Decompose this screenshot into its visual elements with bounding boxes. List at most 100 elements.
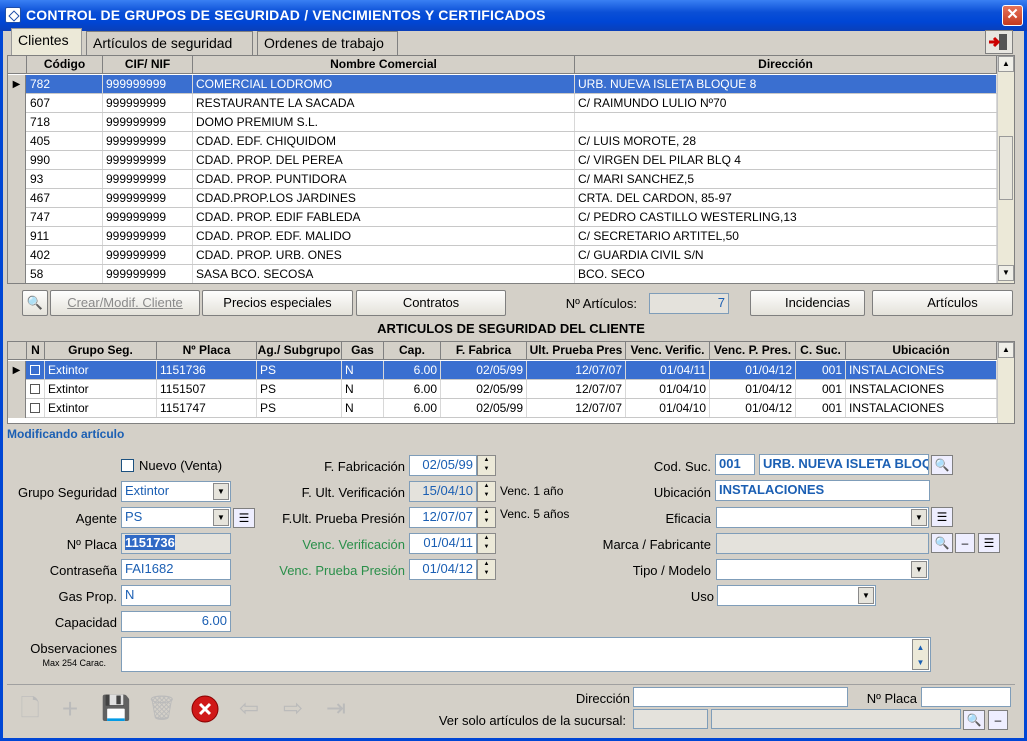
fver-input[interactable]: 15/04/10 [409, 481, 477, 502]
exit-icon[interactable]: ⇥ [316, 687, 356, 731]
uso-select[interactable]: ▼ [717, 585, 876, 606]
table-row[interactable]: 58 999999999 SASA BCO. SECOSA BCO. SECO [8, 265, 997, 283]
ffab-spinner[interactable]: ▲ ▼ [477, 455, 496, 476]
column-header[interactable]: Ag./ Subgrupo [257, 342, 342, 360]
table-row[interactable]: 93 999999999 CDAD. PROP. PUNTIDORA C/ MARI … [8, 170, 997, 189]
grupo-select[interactable]: Extintor ▼ [121, 481, 231, 502]
table-row[interactable]: 607 999999999 RESTAURANTE LA SACADA C/ RAIM… [8, 94, 997, 113]
ubic-input[interactable]: INSTALACIONES [715, 480, 930, 501]
chevron-down-icon[interactable]: ▼ [213, 509, 229, 526]
gas-input[interactable]: N [121, 585, 231, 606]
minus-icon[interactable]: – [988, 710, 1008, 730]
table-row[interactable]: 718 999999999 DOMO PREMIUM S.L. [8, 113, 997, 132]
placa-input[interactable]: 1151736 [121, 533, 231, 554]
suc-input[interactable]: 001 [715, 454, 755, 475]
articles-scrollbar[interactable]: ▲ [997, 342, 1014, 423]
articles-grid[interactable]: N Grupo Seg. Nº Placa Ag./ Subgrupo Gas Cap. F… [7, 341, 1015, 424]
table-row[interactable]: 747 999999999 CDAD. PROP. EDIF FABLEDA C/ P… [8, 208, 997, 227]
chevron-down-icon[interactable]: ▼ [858, 587, 874, 604]
fpp-input[interactable]: 12/07/07 [409, 507, 477, 528]
list-icon[interactable]: ☰ [978, 533, 1000, 553]
row-checkbox[interactable] [27, 361, 45, 379]
clients-scrollbar[interactable]: ▲ ▼ [997, 56, 1014, 283]
table-row[interactable]: 402 999999999 CDAD. PROP. URB. ONES C/ GUAR… [8, 246, 997, 265]
marca-input[interactable] [716, 533, 929, 554]
cap-input[interactable]: 6.00 [121, 611, 231, 632]
bottom-suc-code[interactable] [633, 709, 708, 729]
scroll-up-icon[interactable]: ▲ [998, 56, 1014, 72]
tab-articulos[interactable]: Artículos de seguridad [86, 31, 253, 55]
search-icon[interactable]: 🔍 [963, 710, 985, 730]
column-header[interactable]: Grupo Seg. [45, 342, 157, 360]
efic-select[interactable]: ▼ [716, 507, 929, 528]
column-header[interactable]: F. Fabrica [441, 342, 527, 360]
chevron-down-icon[interactable]: ▼ [911, 509, 927, 526]
column-header[interactable]: Ult. Prueba Pres [527, 342, 626, 360]
pass-input[interactable]: FAI1682 [121, 559, 231, 580]
row-checkbox[interactable] [27, 399, 45, 417]
table-row[interactable]: Extintor 1151747 PS N 6.00 02/05/99 12/07/07 01… [8, 399, 997, 418]
nuevo-checkbox[interactable] [121, 459, 134, 472]
new-doc-icon[interactable]: 🗋 [10, 687, 50, 731]
chevron-down-icon[interactable]: ▼ [911, 561, 927, 578]
chevron-down-icon[interactable]: ▼ [213, 483, 229, 500]
column-header[interactable]: Venc. Verific. [626, 342, 710, 360]
cancel-icon[interactable] [185, 687, 225, 731]
col-nombre[interactable]: Nombre Comercial [193, 56, 575, 74]
obs-scroll-icon[interactable]: ▲ ▼ [912, 639, 929, 670]
vver-input[interactable]: 01/04/11 [409, 533, 477, 554]
agente-select[interactable]: PS ▼ [121, 507, 231, 528]
obs-textarea[interactable]: ▲ ▼ [121, 637, 931, 672]
ffab-input[interactable]: 02/05/99 [409, 455, 477, 476]
search-icon[interactable]: 🔍 [931, 455, 953, 475]
close-button[interactable]: ✕ [1002, 5, 1023, 26]
contratos-button[interactable]: Contratos [356, 290, 506, 316]
col-cif[interactable]: CIF/ NIF [103, 56, 193, 74]
vpp-spinner[interactable]: ▲ ▼ [477, 559, 496, 580]
table-row[interactable]: ▶ 782 999999999 COMERCIAL LODROMO URB. NUEVA… [8, 75, 997, 94]
scroll-thumb[interactable] [999, 136, 1013, 200]
next-icon[interactable]: ⇨ [273, 687, 313, 731]
tab-clientes[interactable]: Clientes [11, 28, 82, 55]
fpp-spinner[interactable]: ▲ ▼ [477, 507, 496, 528]
crear-cliente-button[interactable]: Crear/Modif. Cliente [50, 290, 200, 316]
tipo-select[interactable]: ▼ [716, 559, 929, 580]
table-row[interactable]: 911 999999999 CDAD. PROP. EDF. MALIDO C/ SE… [8, 227, 997, 246]
search-icon[interactable]: 🔍 [931, 533, 953, 553]
column-header[interactable]: N [27, 342, 45, 360]
column-header[interactable]: Nº Placa [157, 342, 257, 360]
prev-icon[interactable]: ⇦ [229, 687, 269, 731]
incidencias-button[interactable]: Incidencias [750, 290, 865, 316]
precios-button[interactable]: Precios especiales [202, 290, 353, 316]
save-icon[interactable]: 💾 [96, 687, 136, 731]
column-header[interactable]: Ubicación [846, 342, 997, 360]
vpp-input[interactable]: 01/04/12 [409, 559, 477, 580]
table-row[interactable]: 405 999999999 CDAD. EDF. CHIQUIDOM C/ LUIS … [8, 132, 997, 151]
scroll-up-icon[interactable]: ▲ [998, 342, 1014, 358]
column-header[interactable]: Gas [342, 342, 384, 360]
tab-ordenes[interactable]: Ordenes de trabajo [257, 31, 398, 55]
list-icon[interactable]: ☰ [931, 507, 953, 527]
dir-input[interactable] [633, 687, 848, 707]
exit-icon[interactable] [985, 30, 1013, 54]
table-row[interactable]: 467 999999999 CDAD.PROP.LOS JARDINES CRTA. … [8, 189, 997, 208]
col-codigo[interactable]: Código [27, 56, 103, 74]
table-row[interactable]: 990 999999999 CDAD. PROP. DEL PEREA C/ VIRG… [8, 151, 997, 170]
search-client-button[interactable]: 🔍 [22, 290, 48, 316]
column-header[interactable]: Venc. P. Pres. [710, 342, 796, 360]
add-icon[interactable]: + [50, 687, 90, 731]
table-row[interactable]: ▶ Extintor 1151736 PS N 6.00 02/05/99 12/07/07 0… [8, 361, 997, 380]
col-direccion[interactable]: Dirección [575, 56, 997, 74]
table-row[interactable]: Extintor 1151507 PS N 6.00 02/05/99 12/07/07 01… [8, 380, 997, 399]
trash-icon[interactable]: 🗑 [142, 687, 182, 731]
articulos-button[interactable]: Artículos [872, 290, 1013, 316]
fver-spinner[interactable]: ▲ ▼ [477, 481, 496, 502]
column-header[interactable]: C. Suc. [796, 342, 846, 360]
clients-grid[interactable]: Código CIF/ NIF Nombre Comercial Direcci… [7, 55, 1015, 284]
column-header[interactable]: Cap. [384, 342, 441, 360]
vver-spinner[interactable]: ▲ ▼ [477, 533, 496, 554]
scroll-down-icon[interactable]: ▼ [998, 265, 1014, 281]
minus-icon[interactable]: – [955, 533, 975, 553]
row-checkbox[interactable] [27, 380, 45, 398]
bottom-placa-input[interactable] [921, 687, 1011, 707]
